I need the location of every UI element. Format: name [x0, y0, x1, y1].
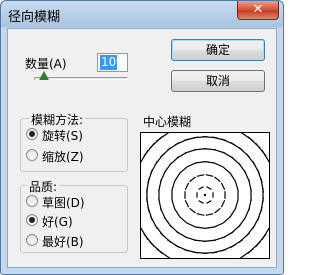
- blur-dash: [156, 130, 171, 142]
- blur-dash: [260, 178, 264, 193]
- blur-dash: [171, 199, 176, 210]
- blur-dash: [171, 180, 176, 191]
- blur-dash: [184, 182, 190, 190]
- blur-dash: [204, 161, 215, 164]
- blur-dash: [220, 200, 226, 208]
- amount-slider-thumb[interactable]: [39, 71, 50, 80]
- blur-center-title: 中心模糊: [143, 115, 192, 129]
- blur-dash: [222, 166, 231, 174]
- blur-dash: [222, 216, 231, 224]
- blur-dash: [214, 176, 221, 183]
- blur-dash: [189, 176, 196, 183]
- blur-dash: [198, 200, 204, 204]
- ok-button[interactable]: 确定: [171, 39, 265, 61]
- blur-center-preview[interactable]: [138, 130, 272, 260]
- cancel-button[interactable]: 取消: [171, 70, 265, 92]
- amount-value: 10: [100, 55, 118, 70]
- quality-title: 品质:: [27, 178, 60, 195]
- radial-blur-dialog: 径向模糊 ✕ 数量(A) 10 确定 取消 模糊方法: 旋转(S) 缩放(Z) …: [0, 0, 284, 275]
- radio-draft[interactable]: [26, 195, 38, 207]
- title-bar[interactable]: 径向模糊 ✕: [1, 1, 283, 28]
- blur-dash: [214, 207, 221, 214]
- blur-dash: [186, 222, 197, 228]
- blur-dash: [205, 174, 214, 177]
- radio-draft-label: 草图(D): [42, 196, 85, 210]
- blur-dash: [196, 174, 205, 177]
- blur-dash: [179, 166, 188, 174]
- radio-spin-label: 旋转(S): [42, 129, 83, 143]
- blur-dash: [206, 186, 212, 190]
- blur-dash: [229, 172, 236, 182]
- blur-dash: [234, 199, 239, 210]
- radio-best[interactable]: [26, 234, 38, 246]
- window-title: 径向模糊: [8, 10, 61, 25]
- blur-dash: [239, 248, 254, 260]
- radio-zoom-label: 缩放(Z): [42, 150, 84, 164]
- blur-dash: [179, 216, 188, 224]
- amount-input[interactable]: 10: [97, 53, 128, 72]
- blur-dash: [198, 186, 204, 190]
- blur-dash: [138, 224, 149, 241]
- blur-dash: [174, 172, 181, 182]
- blur-dash: [206, 200, 212, 204]
- radio-best-label: 最好(B): [42, 235, 84, 249]
- amount-label: 数量(A): [25, 57, 67, 71]
- blur-dash: [229, 208, 236, 218]
- blur-dash: [213, 222, 224, 228]
- blur-dash: [248, 179, 252, 192]
- blur-dash: [189, 207, 196, 214]
- blur-center-pattern: [138, 130, 272, 260]
- blur-dash: [261, 149, 272, 166]
- blur-dash: [186, 162, 197, 168]
- blur-dash: [196, 213, 205, 216]
- blur-dash: [205, 213, 214, 216]
- blur-dash: [195, 226, 206, 229]
- blur-center-point: [203, 193, 207, 197]
- radio-zoom[interactable]: [26, 149, 38, 161]
- close-icon: ✕: [252, 2, 264, 17]
- blur-dash: [204, 226, 215, 229]
- radio-good[interactable]: [26, 214, 38, 226]
- radio-spin[interactable]: [26, 128, 38, 140]
- close-button[interactable]: ✕: [237, 1, 279, 20]
- blur-method-title: 模糊方法:: [29, 111, 86, 128]
- dialog-body: 数量(A) 10 确定 取消 模糊方法: 旋转(S) 缩放(Z) 品质: 草图(…: [7, 28, 277, 268]
- blur-dash: [220, 182, 226, 190]
- blur-dash: [184, 200, 190, 208]
- blur-dash: [234, 180, 239, 191]
- blur-dash: [195, 161, 206, 164]
- radio-good-label: 好(G): [42, 215, 73, 229]
- blur-dash: [174, 208, 181, 218]
- blur-dash: [213, 162, 224, 168]
